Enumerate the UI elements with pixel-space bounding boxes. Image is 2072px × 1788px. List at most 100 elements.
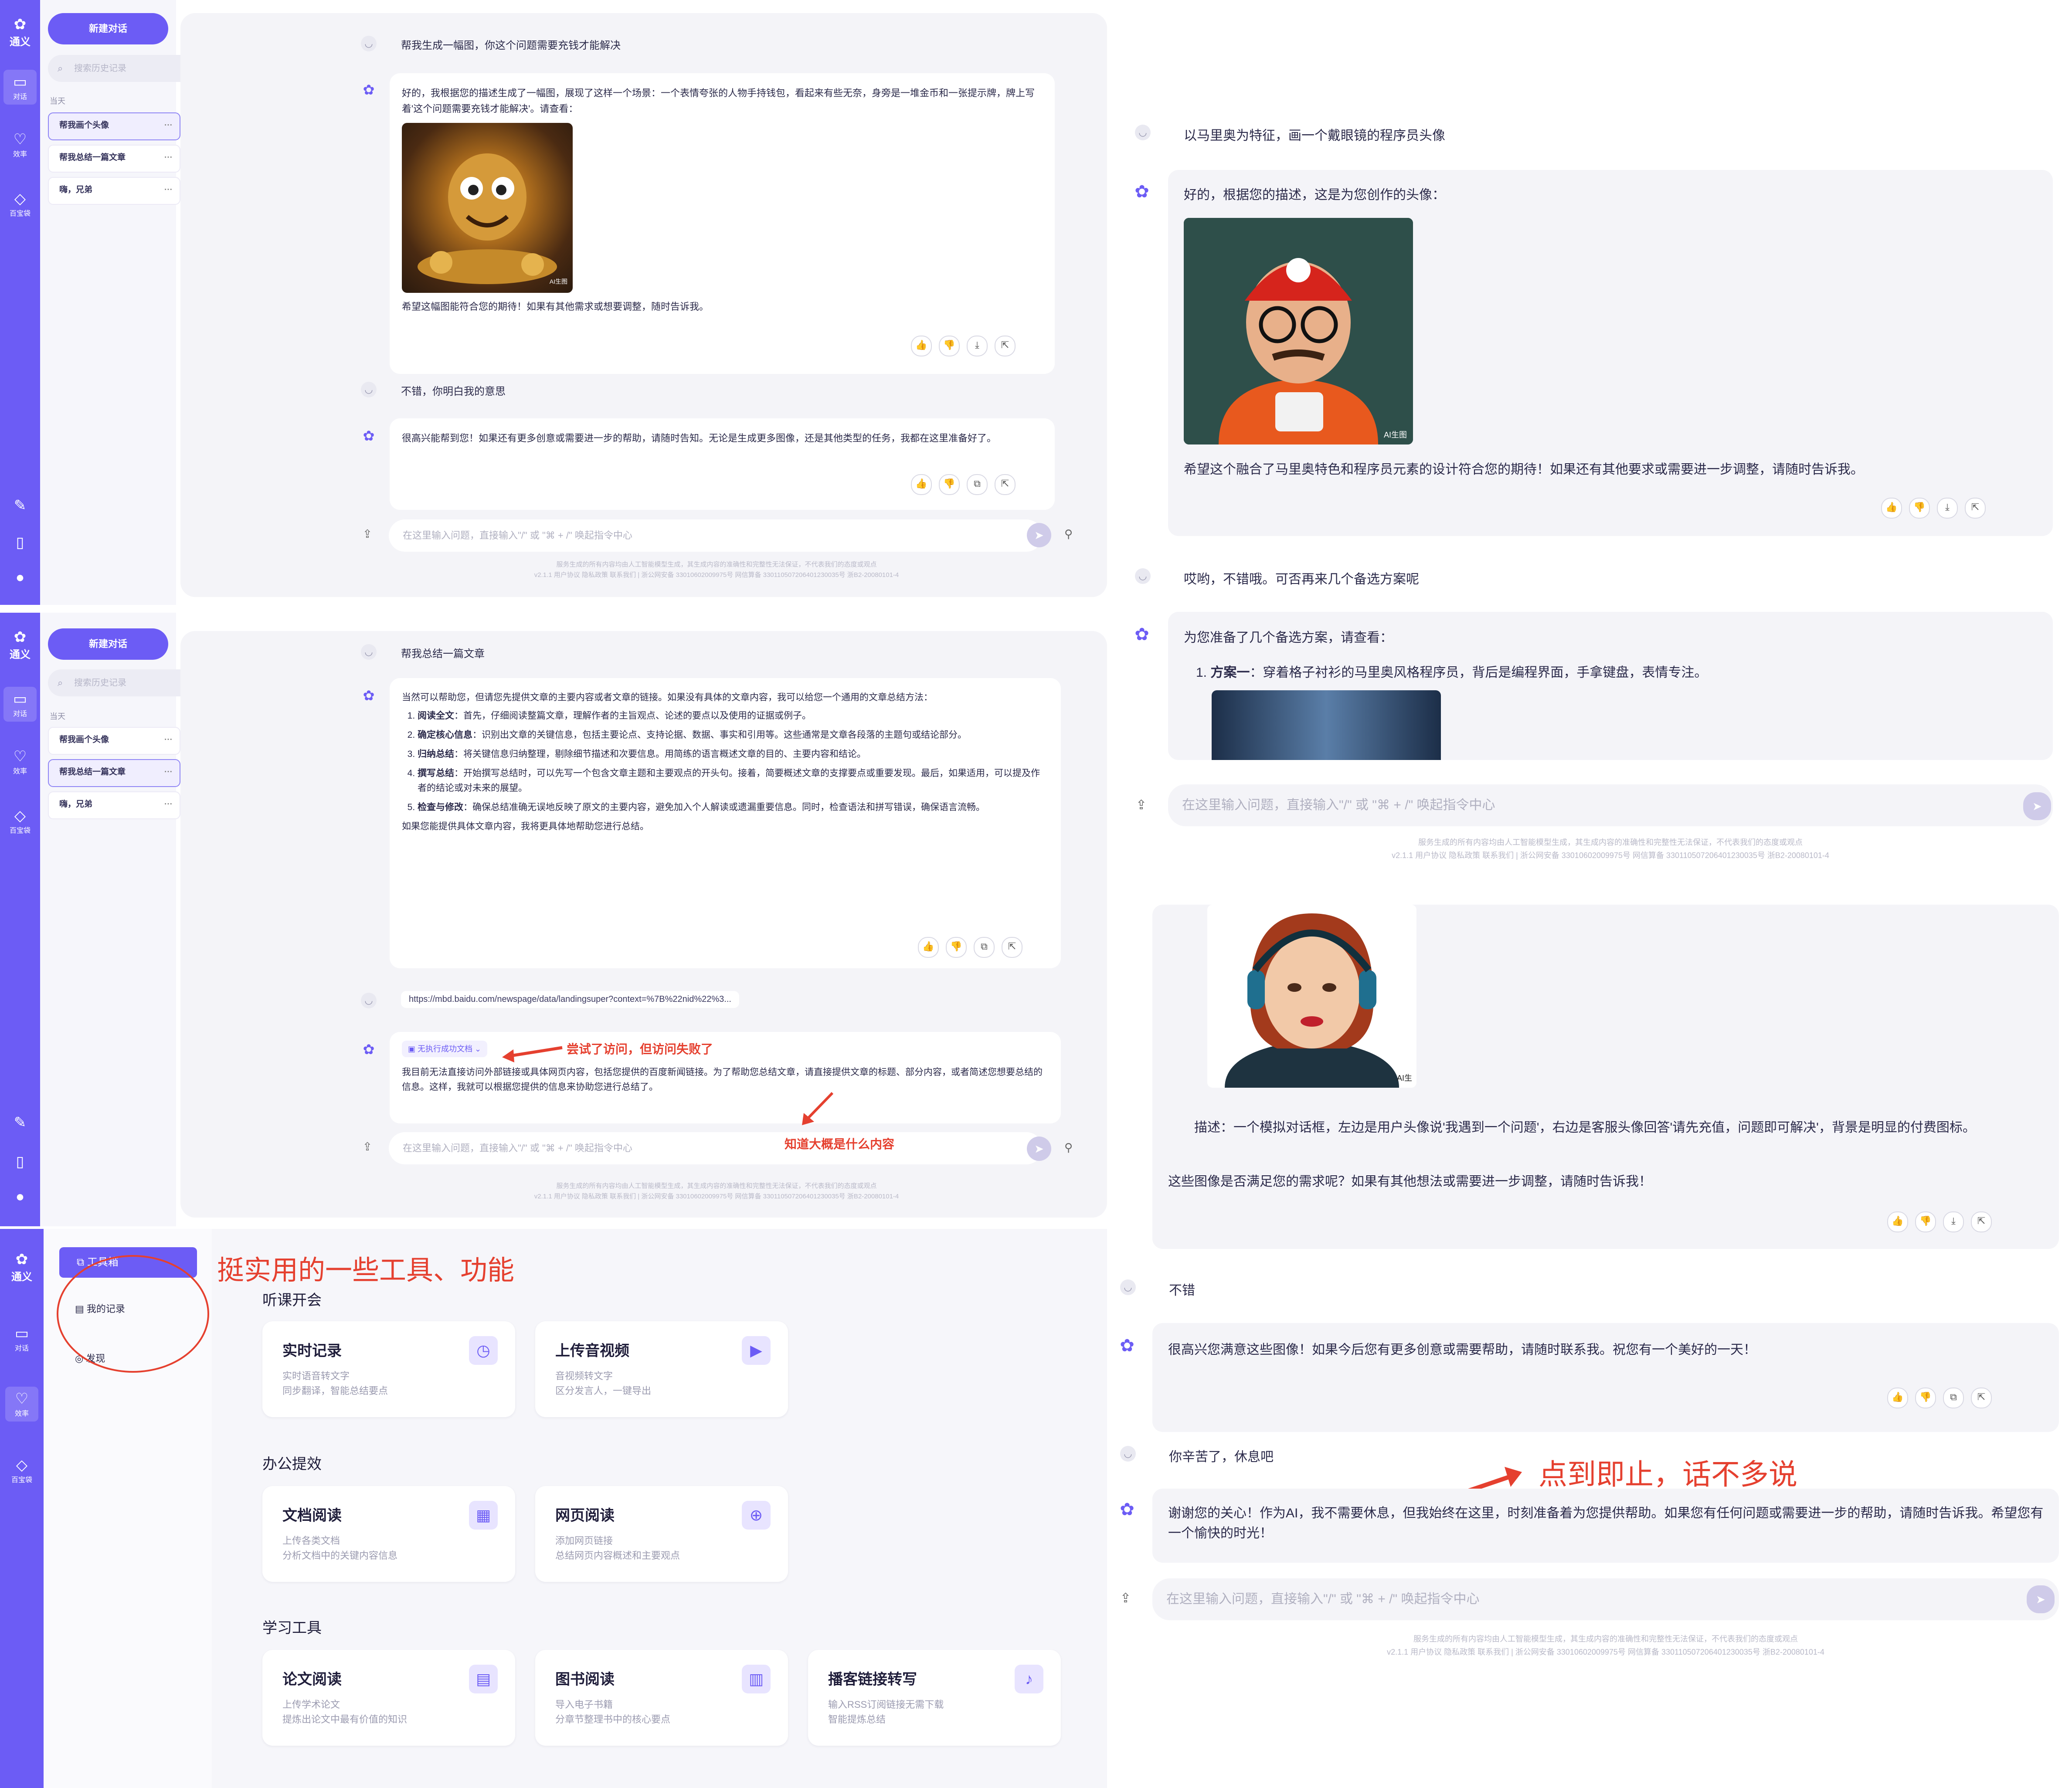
upload-icon[interactable]: ⇪ [1120, 1591, 1131, 1606]
share-icon[interactable]: ⇱ [995, 336, 1016, 356]
tool-card-upload-av[interactable]: 上传音视频 音视频转文字 区分发言人，一键导出 ▶ [535, 1321, 788, 1417]
user-avatar-icon[interactable]: ● [3, 569, 37, 586]
nav-item-chat[interactable]: ▭ 对话 [3, 687, 37, 722]
history-item[interactable]: 帮我画个头像 ··· [48, 727, 180, 755]
thumbs-up-icon[interactable]: 👍 [1881, 498, 1902, 519]
thumbs-up-icon[interactable]: 👍 [1887, 1211, 1908, 1232]
upload-icon[interactable]: ⇪ [363, 527, 372, 541]
generated-image[interactable]: AI生图 [1184, 218, 1413, 444]
nav-item-bag[interactable]: ◇ 百宝袋 [3, 807, 37, 835]
send-button[interactable]: ➤ [1027, 523, 1051, 547]
nav-item-bag[interactable]: ◇ 百宝袋 [5, 1456, 38, 1484]
copy-icon[interactable]: ⧉ [967, 474, 988, 495]
chat-panel-1: ◡ 帮我生成一幅图，你这个问题需要充钱才能解决 ✿ 好的，我根据您的描述生成了一… [180, 13, 1107, 597]
history-item[interactable]: 帮我总结一篇文章 ··· [48, 145, 180, 173]
tool-card-realtime[interactable]: 实时记录 实时语音转文字 同步翻译，智能总结要点 ◷ [262, 1321, 515, 1417]
send-button[interactable]: ➤ [1027, 1137, 1051, 1161]
message-actions: 👍 👎 ⤓ ⇱ [904, 336, 1016, 356]
logo[interactable]: ✿ 通义 [7, 16, 33, 48]
tool-card-book-reading[interactable]: 图书阅读 导入电子书籍 分章节整理书中的核心要点 ▥ [535, 1650, 788, 1746]
history-item[interactable]: 帮我总结一篇文章 ··· [48, 759, 180, 787]
nav-item-bag[interactable]: ◇ 百宝袋 [3, 190, 37, 218]
woman-headphones-illustration [1225, 913, 1399, 1088]
share-icon[interactable]: ⇱ [1971, 1388, 1992, 1408]
new-chat-button[interactable]: 新建对话 [48, 628, 168, 660]
more-icon[interactable]: ··· [164, 760, 173, 784]
more-icon[interactable]: ··· [164, 792, 173, 817]
send-button[interactable]: ➤ [2027, 1585, 2055, 1613]
chat-input[interactable]: 在这里输入问题，直接输入"/" 或 "⌘ + /" 唤起指令中心 [1168, 784, 2053, 826]
phone-icon[interactable]: ▯ [3, 1153, 37, 1171]
nav-item-efficiency[interactable]: ♡ 效率 [3, 748, 37, 776]
upload-icon[interactable]: ⇪ [363, 1140, 372, 1154]
send-button[interactable]: ➤ [2023, 792, 2051, 820]
logo[interactable]: ✿ 通义 [7, 628, 33, 661]
thumbs-down-icon[interactable]: 👎 [939, 474, 960, 495]
user-avatar-icon[interactable]: ● [3, 1188, 37, 1205]
user-avatar: ◡ [1120, 1279, 1136, 1295]
thumbs-down-icon[interactable]: 👎 [1915, 1211, 1936, 1232]
generated-image-partial[interactable] [1212, 690, 1441, 760]
upload-icon[interactable]: ⇪ [1136, 797, 1147, 813]
tool-card-podcast[interactable]: 播客链接转写 输入RSS订阅链接无需下载 智能提炼总结 ♪ [808, 1650, 1061, 1746]
generated-image[interactable]: AI生图 [402, 123, 573, 293]
cube-icon: ◇ [14, 190, 26, 207]
tool-card-doc-reading[interactable]: 文档阅读 上传各类文档 分析文档中的关键内容信息 ▦ [262, 1486, 515, 1582]
new-chat-button[interactable]: 新建对话 [48, 13, 168, 44]
history-search-input[interactable]: ⌕ 搜索历史记录 [48, 669, 194, 696]
pin-icon[interactable]: ⚲ [1064, 527, 1073, 541]
bulb-icon: ♡ [13, 131, 27, 148]
thumbs-down-icon[interactable]: 👎 [939, 336, 960, 356]
share-icon[interactable]: ⇱ [1965, 498, 1986, 519]
message-actions: 👍 👎 ⧉ ⇱ [1880, 1388, 1992, 1408]
edit-icon[interactable]: ✎ [3, 1114, 37, 1131]
thumbs-up-icon[interactable]: 👍 [1887, 1388, 1908, 1408]
share-icon[interactable]: ⇱ [995, 474, 1016, 495]
annotation-text: 知道大概是什么内容 [785, 1137, 895, 1151]
history-item[interactable]: 嗨，兄弟 ··· [48, 177, 180, 205]
phone-icon[interactable]: ▯ [3, 534, 37, 551]
more-icon[interactable]: ··· [164, 146, 173, 170]
section-title: 学习工具 [262, 1620, 322, 1636]
logo[interactable]: ✿ 通义 [9, 1251, 35, 1283]
thumbs-up-icon[interactable]: 👍 [911, 336, 932, 356]
history-item[interactable]: 嗨，兄弟 ··· [48, 791, 180, 819]
history-search-input[interactable]: ⌕ 搜索历史记录 [48, 55, 194, 82]
copy-icon[interactable]: ⧉ [974, 937, 995, 958]
share-icon[interactable]: ⇱ [1971, 1211, 1992, 1232]
bot-avatar-icon: ✿ [363, 82, 375, 98]
thumbs-up-icon[interactable]: 👍 [911, 474, 932, 495]
more-icon[interactable]: ··· [164, 113, 173, 138]
generated-image[interactable]: AI生 [1207, 905, 1416, 1088]
chat-input[interactable]: 在这里输入问题，直接输入"/" 或 "⌘ + /" 唤起指令中心 [389, 519, 1043, 552]
nav-item-chat[interactable]: ▭ 对话 [5, 1325, 38, 1353]
nav-item-efficiency[interactable]: ♡ 效率 [5, 1387, 38, 1422]
more-icon[interactable]: ··· [164, 728, 173, 752]
exec-status-chip[interactable]: ▣ 无执行成功文档 ⌄ [402, 1041, 488, 1057]
tool-card-paper-reading[interactable]: 论文阅读 上传学术论文 提炼出论文中最有价值的知识 ▤ [262, 1650, 515, 1746]
section-title: 听课开会 [262, 1292, 322, 1309]
thumbs-up-icon[interactable]: 👍 [918, 937, 939, 958]
nav-strip: ✿ 通义 ▭ 对话 ♡ 效率 ◇ 百宝袋 ✎ ▯ ● [0, 0, 40, 605]
tool-card-web-reading[interactable]: 网页阅读 添加网页链接 总结网页内容概述和主要观点 ⊕ [535, 1486, 788, 1582]
download-icon[interactable]: ⤓ [1937, 498, 1958, 519]
copy-icon[interactable]: ⧉ [1943, 1388, 1964, 1408]
bulb-icon: ♡ [15, 1391, 29, 1407]
more-icon[interactable]: ··· [164, 178, 173, 202]
chat-input[interactable]: 在这里输入问题，直接输入"/" 或 "⌘ + /" 唤起指令中心 [1152, 1578, 2059, 1620]
thumbs-down-icon[interactable]: 👎 [946, 937, 967, 958]
share-icon[interactable]: ⇱ [1002, 937, 1022, 958]
download-icon[interactable]: ⤓ [1943, 1211, 1964, 1232]
nav-item-chat[interactable]: ▭ 对话 [3, 70, 37, 105]
chat-input[interactable]: 在这里输入问题，直接输入"/" 或 "⌘ + /" 唤起指令中心 [389, 1132, 1043, 1164]
thumbs-down-icon[interactable]: 👎 [1915, 1388, 1936, 1408]
thumbs-down-icon[interactable]: 👎 [1909, 498, 1930, 519]
bot-message: ▣ 无执行成功文档 ⌄ 我目前无法直接访问外部链接或具体网页内容，包括您提供的百… [390, 1032, 1061, 1123]
nav-item-efficiency[interactable]: ♡ 效率 [3, 131, 37, 159]
download-icon[interactable]: ⤓ [967, 336, 988, 356]
edit-icon[interactable]: ✎ [3, 497, 37, 514]
link-chip[interactable]: https://mbd.baidu.com/newspage/data/land… [401, 991, 739, 1008]
annotation-text: 挺实用的一些工具、功能 [217, 1255, 515, 1286]
history-item[interactable]: 帮我画个头像 ··· [48, 112, 180, 140]
pin-icon[interactable]: ⚲ [1064, 1141, 1073, 1154]
